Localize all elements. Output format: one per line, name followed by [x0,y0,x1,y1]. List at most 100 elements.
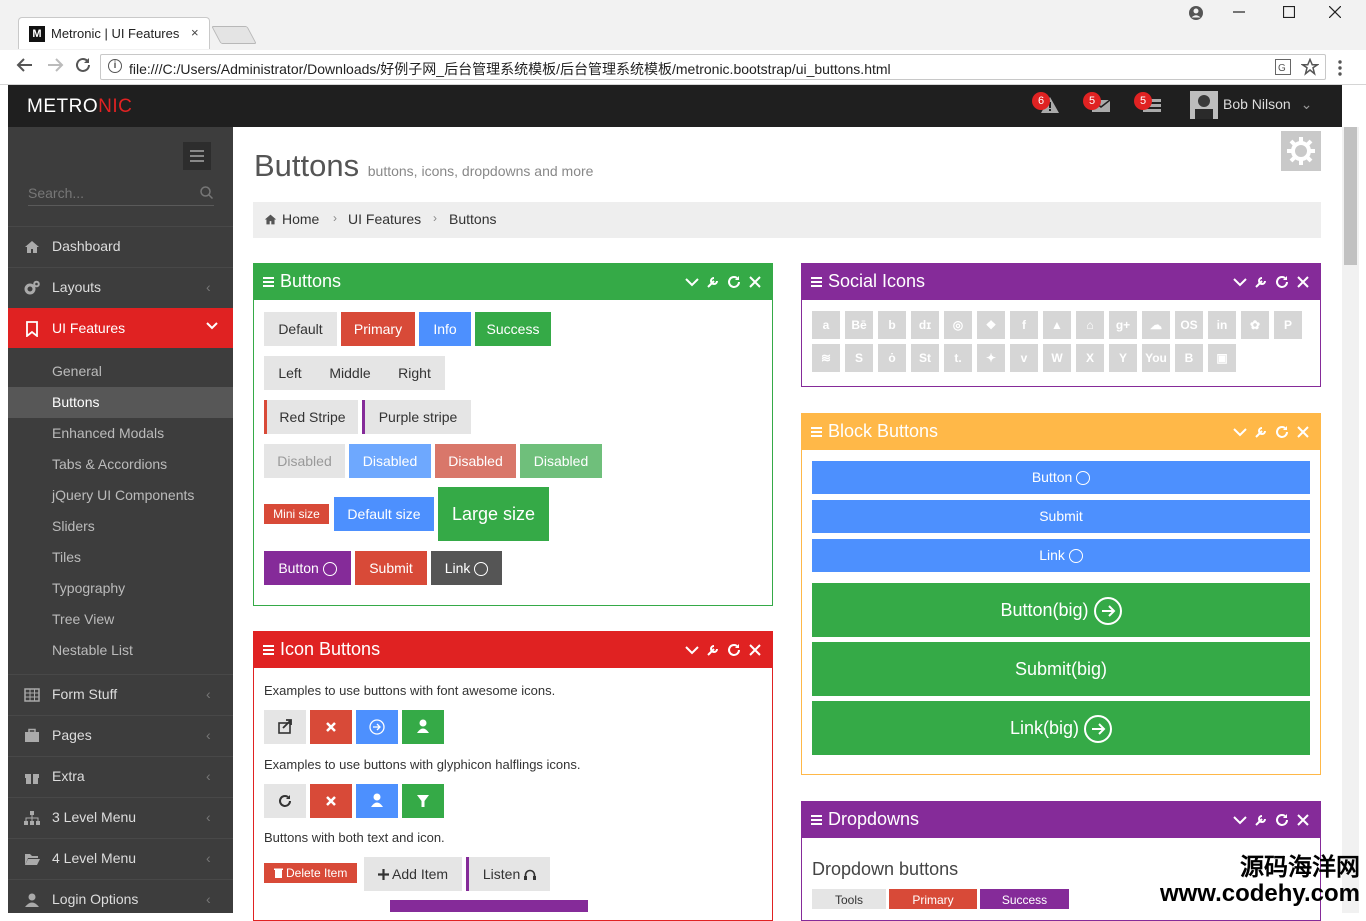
right-button[interactable]: Right [384,356,445,390]
social-icon[interactable]: ▣ [1208,344,1236,372]
sidebar-item-extra[interactable]: Extra ‹ [8,756,233,796]
block-link-button[interactable]: Link [812,539,1310,572]
wrench-icon[interactable] [1253,812,1269,828]
default-button[interactable]: Default [264,312,337,346]
sidebar-subitem-buttons[interactable]: Buttons [8,387,233,418]
social-icon[interactable]: ✦ [977,344,1005,372]
remove-icon[interactable] [1295,274,1311,290]
avatar[interactable] [1190,91,1218,119]
social-icon[interactable]: W [1043,344,1071,372]
social-icon[interactable]: Y [1109,344,1137,372]
chevron-down-icon[interactable] [1232,274,1248,290]
add-item-button[interactable]: Add Item [364,857,462,891]
primary-dropdown-button[interactable]: Primary [889,889,977,909]
info-button[interactable]: Info [419,312,471,346]
social-icon[interactable]: dɪ [911,311,939,339]
social-icon[interactable]: OS [1175,311,1203,339]
wrench-icon[interactable] [1253,424,1269,440]
purple-button[interactable]: Button [264,551,351,585]
times-button[interactable] [310,710,352,744]
social-icon[interactable]: ⌂ [1076,311,1104,339]
delete-item-button[interactable]: Delete Item [264,863,357,883]
url-field[interactable]: i file:///C:/Users/Administrator/Downloa… [100,54,1326,80]
social-icon[interactable]: in [1208,311,1236,339]
translate-icon[interactable]: G [1275,59,1291,75]
block-big-button[interactable]: Button(big) [812,583,1310,637]
remove-icon[interactable] [747,642,763,658]
kebab-menu-icon[interactable] [1338,60,1342,76]
user-glyph-button[interactable] [356,784,398,818]
submit-button[interactable]: Submit [355,551,427,585]
sidebar-item-ui-features[interactable]: UI Features [8,308,233,348]
new-tab-button[interactable] [211,26,257,44]
social-icon[interactable]: t. [944,344,972,372]
envelope-icon[interactable]: 5 [1091,95,1115,117]
left-button[interactable]: Left [264,356,316,390]
repeat-button[interactable] [264,784,306,818]
sidebar-item-login-options[interactable]: Login Options ‹ [8,879,233,913]
user-name[interactable]: Bob Nilson ⌄ [1223,96,1312,113]
sidebar-subitem-jquery-ui[interactable]: jQuery UI Components [8,480,233,511]
maximize-icon[interactable] [1283,6,1295,18]
reload-icon[interactable] [1274,812,1290,828]
reload-icon[interactable] [74,56,92,74]
search-icon[interactable] [200,186,213,199]
purple-stripe-button[interactable]: Purple stripe [362,400,471,434]
social-icon[interactable]: a [812,311,840,339]
share-button[interactable] [264,710,306,744]
browser-tab[interactable]: M Metronic | UI Features × [18,17,210,49]
tasks-icon[interactable]: 5 [1142,95,1166,117]
social-icon[interactable]: P [1274,311,1302,339]
sidebar-subitem-tiles[interactable]: Tiles [8,542,233,573]
link-button[interactable]: Link [431,551,502,585]
social-icon[interactable]: ≋ [812,344,840,372]
social-icon[interactable]: g+ [1109,311,1137,339]
info-icon[interactable]: i [108,59,122,73]
social-icon[interactable]: S [845,344,873,372]
sidebar-item-pages[interactable]: Pages ‹ [8,715,233,755]
sidebar-subitem-nestable-list[interactable]: Nestable List [8,635,233,666]
sidebar-subitem-enhanced-modals[interactable]: Enhanced Modals [8,418,233,449]
sidebar-item-layouts[interactable]: Layouts ‹ [8,267,233,307]
wrench-icon[interactable] [1253,274,1269,290]
success-button[interactable]: Success [475,312,551,346]
search-input[interactable]: Search... [28,185,84,201]
red-stripe-button[interactable]: Red Stripe [264,400,358,434]
social-icon[interactable]: ❖ [977,311,1005,339]
sidebar-item-3-level-menu[interactable]: 3 Level Menu ‹ [8,797,233,837]
close-icon[interactable] [1329,6,1341,18]
social-icon[interactable]: You [1142,344,1170,372]
social-icon[interactable]: ✿ [1241,311,1269,339]
social-icon[interactable]: ☁ [1142,311,1170,339]
sidebar-item-form-stuff[interactable]: Form Stuff ‹ [8,674,233,714]
sidebar-item-dashboard[interactable]: Dashboard [8,226,233,266]
logo[interactable]: METRONIC [27,96,132,118]
success-dropdown-button[interactable]: Success [980,889,1069,909]
block-submit-button[interactable]: Submit [812,500,1310,533]
warning-icon[interactable]: 6 [1040,95,1064,117]
chevron-down-icon[interactable] [684,642,700,658]
default-size-button[interactable]: Default size [334,497,434,531]
sidebar-subitem-general[interactable]: General [8,356,233,387]
partial-button[interactable] [390,900,588,912]
star-icon[interactable] [1301,58,1319,76]
sidebar-subitem-sliders[interactable]: Sliders [8,511,233,542]
mini-size-button[interactable]: Mini size [264,504,329,524]
block-big-link-button[interactable]: Link(big) [812,701,1310,755]
block-button[interactable]: Button [812,461,1310,494]
remove-icon[interactable] [1295,424,1311,440]
remove-icon[interactable] [747,274,763,290]
chevron-down-icon[interactable] [684,274,700,290]
sidebar-item-4-level-menu[interactable]: 4 Level Menu ‹ [8,838,233,878]
social-icon[interactable]: B [1175,344,1203,372]
wrench-icon[interactable] [705,274,721,290]
social-icon[interactable]: v [1010,344,1038,372]
sidebar-subitem-tabs-accordions[interactable]: Tabs & Accordions [8,449,233,480]
back-icon[interactable] [16,56,34,74]
remove-button[interactable] [310,784,352,818]
listen-button[interactable]: Listen [466,857,550,891]
primary-button[interactable]: Primary [341,312,415,346]
social-icon[interactable]: ◎ [944,311,972,339]
forward-icon[interactable] [46,56,64,74]
circle-arrow-button[interactable] [356,710,398,744]
